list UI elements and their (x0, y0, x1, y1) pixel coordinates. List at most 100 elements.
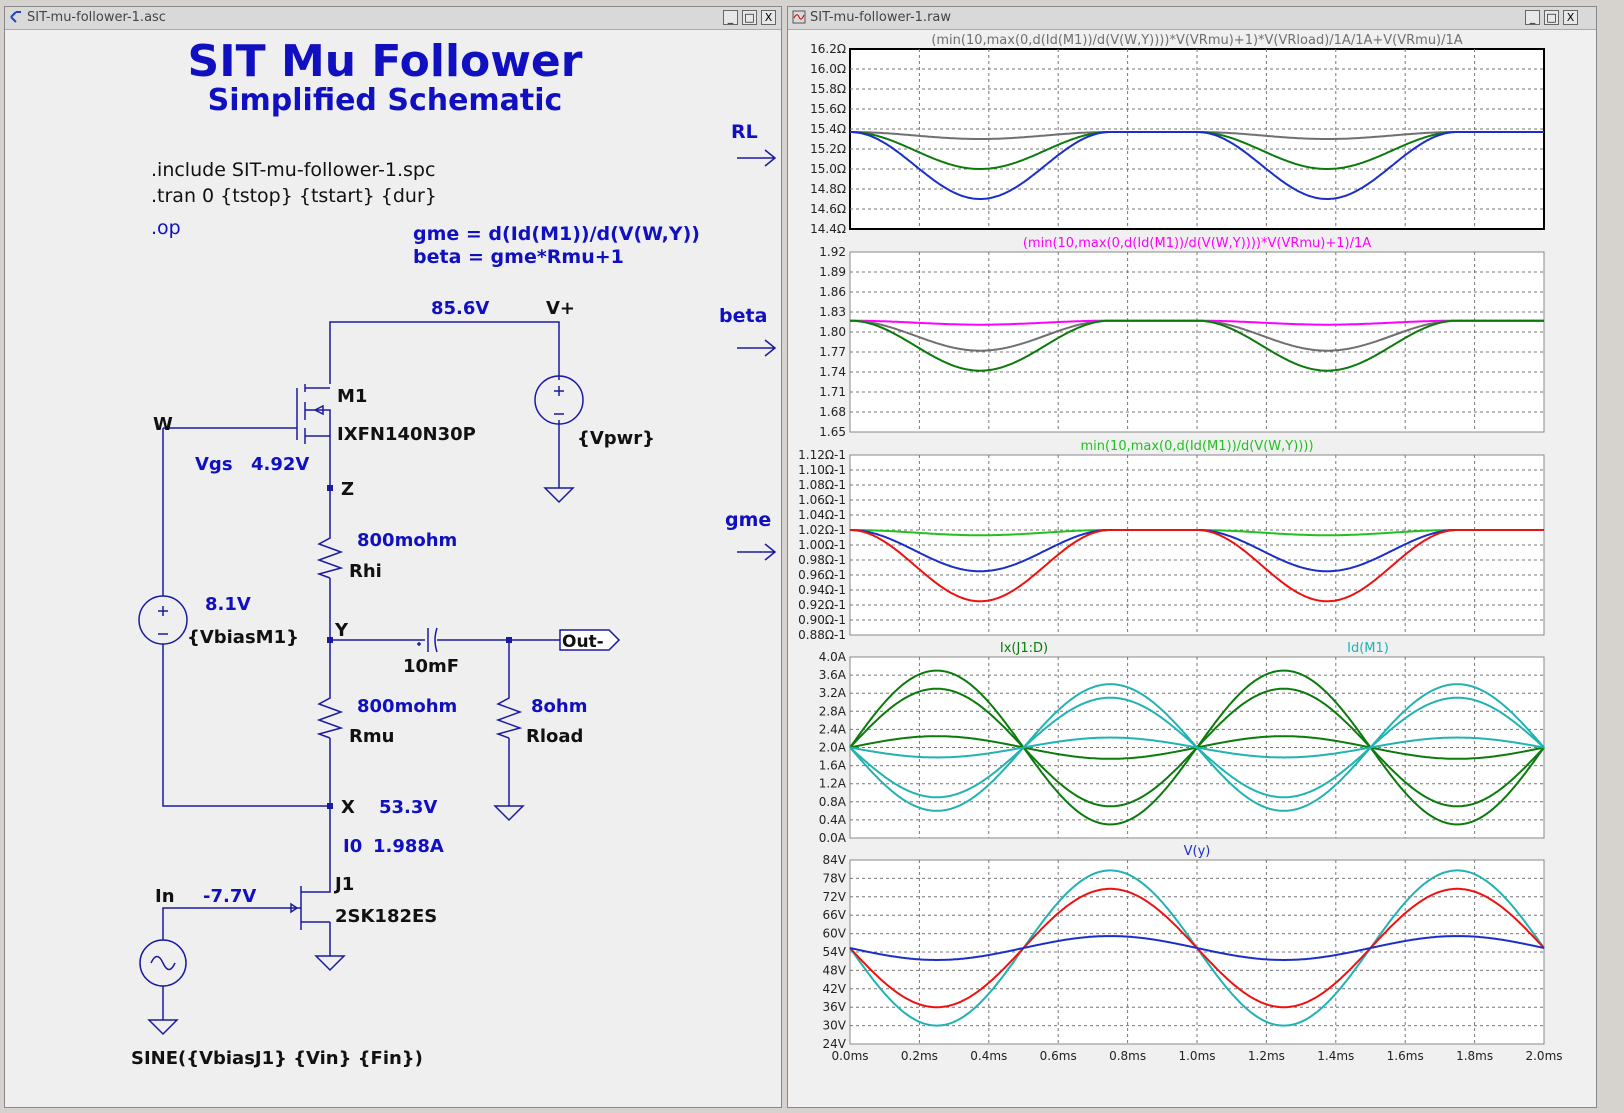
chart-panel-1[interactable]: 16.2Ω 16.0Ω 15.8Ω 15.6Ω 15.4Ω 15.2Ω 15.0Ω 14.8Ω… (810, 33, 1545, 236)
arrow-label-rl: RL (731, 121, 758, 143)
y-tick-label: 48V (823, 963, 847, 977)
chart-title[interactable]: V(y) (1184, 844, 1211, 859)
y-tick-label: 72V (823, 890, 847, 904)
y-tick-label: 1.6A (819, 759, 847, 773)
vbias-source[interactable] (138, 595, 188, 645)
sine-source[interactable] (139, 939, 187, 987)
chart-title[interactable]: min(10,max(0,d(Id(M1))/d(V(W,Y)))) (1080, 439, 1313, 454)
cap-value: 10mF (403, 656, 459, 677)
y-tick-label: 0.0A (819, 831, 847, 845)
y-tick-label: 2.4A (819, 722, 847, 736)
plot-area[interactable]: 16.2Ω 16.0Ω 15.8Ω 15.6Ω 15.4Ω 15.2Ω 15.0Ω 14.8Ω… (788, 30, 1596, 1107)
schematic-window-title: SIT-mu-follower-1.asc (27, 10, 166, 25)
waveform-plots[interactable]: 16.2Ω 16.0Ω 15.8Ω 15.6Ω 15.4Ω 15.2Ω 15.0Ω 14.8Ω… (788, 30, 1596, 1108)
chart-panel-2[interactable]: 1.92 1.89 1.86 1.83 1.80 1.77 1.74 1.71 1.68 1.65… (819, 236, 1545, 439)
y-tick-label: 84V (823, 853, 847, 867)
chart-panel-5[interactable]: 84V78V72V66V60V54V48V42V36V30V24VV(y)0.0… (823, 844, 1563, 1063)
j1-name: J1 (333, 874, 354, 895)
wire-w (162, 427, 330, 807)
x-tick-label: 1.2ms (1248, 1049, 1285, 1063)
vgs-label: Vgs (195, 454, 233, 475)
y-tick-label: 1.89 (819, 265, 846, 279)
schematic-subtitle: Simplified Schematic (208, 83, 563, 118)
vpwr-source[interactable] (534, 375, 584, 425)
y-tick-label: 15.2Ω (810, 142, 846, 156)
x-tick-label: 1.6ms (1387, 1049, 1424, 1063)
m1-name: M1 (337, 386, 367, 407)
x-tick-label: 0.8ms (1109, 1049, 1146, 1063)
close-button[interactable]: X (1563, 10, 1578, 25)
x-tick-label: 2.0ms (1525, 1049, 1562, 1063)
chart-panel-3[interactable]: 1.12Ω-11.10Ω-11.08Ω-11.06Ω-11.04Ω-11.02Ω… (798, 439, 1545, 642)
y-tick-label: 1.92 (819, 245, 846, 259)
x-tick-label: 1.8ms (1456, 1049, 1493, 1063)
y-tick-label: 1.2A (819, 777, 847, 791)
param-beta[interactable]: beta = gme*Rmu+1 (413, 246, 624, 268)
y-tick-label: 16.0Ω (810, 62, 846, 76)
chart-title[interactable]: (min(10,max(0,d(Id(M1))/d(V(W,Y))))*V(VR… (931, 33, 1462, 48)
param-gme[interactable]: gme = d(Id(M1))/d(V(W,Y)) (413, 223, 700, 245)
y-tick-label: 1.10Ω-1 (798, 463, 846, 477)
x-voltage: 53.3V (379, 797, 437, 818)
y-tick-label: 15.4Ω (810, 122, 846, 136)
y-tick-label: 1.06Ω-1 (798, 493, 846, 507)
y-tick-label: 78V (823, 871, 847, 885)
waveform-window-title: SIT-mu-follower-1.raw (810, 10, 952, 25)
trace-label-right[interactable]: Id(M1) (1347, 641, 1389, 656)
chart-panel-4[interactable]: 4.0A 3.6A 3.2A 2.8A 2.4A 2.0A 1.6A 1.2A 0.8A 0.4A… (819, 641, 1545, 845)
y-tick-label: 60V (823, 927, 847, 941)
rmu-resistor[interactable] (316, 690, 344, 739)
j1-model: 2SK182ES (335, 906, 437, 927)
trace-label-left[interactable]: Ix(J1:D) (1000, 641, 1048, 656)
y-tick-label: 3.6A (819, 668, 847, 682)
rload-value: 8ohm (531, 696, 587, 717)
x-tick-label: 0.4ms (970, 1049, 1007, 1063)
sine-ground-icon (147, 1019, 179, 1036)
waveform-window[interactable]: SIT-mu-follower-1.raw _ □ X 16.2Ω 16.0Ω 15… (787, 6, 1597, 1108)
node-label-w: W (153, 414, 173, 435)
minimize-button[interactable]: _ (1525, 10, 1540, 25)
y-tick-label: 14.8Ω (810, 182, 846, 196)
op-directive[interactable]: .op (151, 217, 181, 239)
schematic-canvas[interactable]: SIT Mu Follower Simplified Schematic .in… (5, 30, 781, 1107)
gme-arrow (737, 543, 777, 561)
m1-model: IXFN140N30P (337, 424, 476, 445)
wire-in (162, 907, 301, 940)
m1-mosfet[interactable] (296, 384, 331, 444)
out-label: Out- (562, 632, 604, 652)
arrow-label-beta: beta (719, 305, 767, 327)
schematic-titlebar[interactable]: SIT-mu-follower-1.asc _ □ X (5, 7, 781, 30)
tran-directive[interactable]: .tran 0 {tstop} {tstart} {dur} (151, 185, 437, 207)
maximize-button[interactable]: □ (742, 10, 757, 25)
maximize-button[interactable]: □ (1544, 10, 1559, 25)
y-tick-label: 1.83 (819, 305, 846, 319)
schematic-drawing: SIT Mu Follower Simplified Schematic .in… (131, 36, 777, 1069)
arrow-label-gme: gme (725, 509, 771, 531)
wire-vplus (329, 321, 560, 384)
y-tick-label: 0.88Ω-1 (798, 628, 846, 642)
rhi-resistor[interactable] (316, 530, 344, 579)
waveform-titlebar[interactable]: SIT-mu-follower-1.raw _ □ X (788, 7, 1596, 30)
y-tick-label: 0.94Ω-1 (798, 583, 846, 597)
rload-name: Rload (526, 726, 583, 747)
j1-jfet[interactable] (290, 874, 331, 930)
close-button[interactable]: X (761, 10, 776, 25)
i0-label: I0 (343, 836, 362, 857)
y-tick-label: 0.4A (819, 813, 847, 827)
include-directive[interactable]: .include SIT-mu-follower-1.spc (151, 159, 435, 181)
y-tick-label: 1.00Ω-1 (798, 538, 846, 552)
y-tick-label: 1.86 (819, 285, 846, 299)
schematic-window[interactable]: SIT-mu-follower-1.asc _ □ X SIT Mu Follo… (4, 6, 782, 1108)
y-tick-label: 0.90Ω-1 (798, 613, 846, 627)
node-label-in: In (155, 886, 175, 907)
y-tick-label: 2.0A (819, 741, 847, 755)
chart-title[interactable]: (min(10,max(0,d(Id(M1))/d(V(W,Y))))*V(VR… (1023, 236, 1371, 251)
minimize-button[interactable]: _ (723, 10, 738, 25)
rl-arrow (737, 149, 777, 167)
y-tick-label: 1.74 (819, 365, 846, 379)
y-tick-label: 1.08Ω-1 (798, 478, 846, 492)
y-tick-label: 0.8A (819, 795, 847, 809)
rload-resistor[interactable] (495, 690, 523, 739)
vplus-label: V+ (546, 298, 575, 319)
x-tick-label: 0.2ms (901, 1049, 938, 1063)
